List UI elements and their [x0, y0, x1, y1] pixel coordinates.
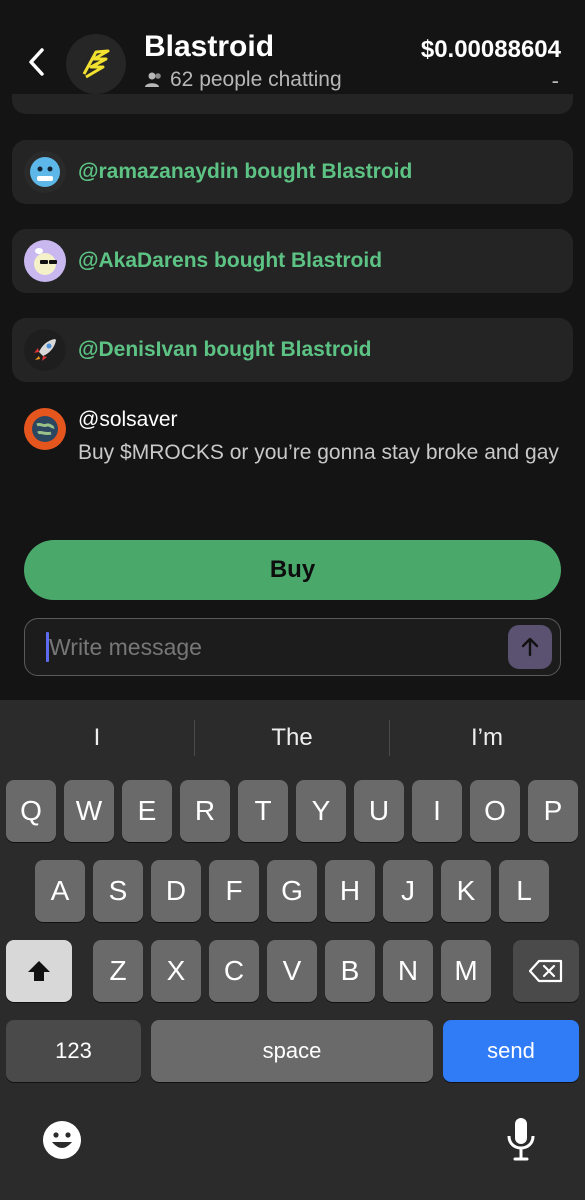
key-u[interactable]: U [354, 780, 404, 842]
people-icon [145, 72, 161, 87]
key-q[interactable]: Q [6, 780, 56, 842]
chat-header: Blastroid 62 people chatting $0.00088604… [0, 0, 585, 105]
globe-avatar-icon[interactable] [24, 408, 66, 450]
chevron-left-icon [29, 48, 44, 76]
key-y[interactable]: Y [296, 780, 346, 842]
buy-event-card: @AkaDarens bought Blastroid [12, 229, 573, 293]
buy-event-card: @DenisIvan bought Blastroid [12, 318, 573, 382]
shift-key[interactable] [6, 940, 72, 1002]
key-h[interactable]: H [325, 860, 375, 922]
key-m[interactable]: M [441, 940, 491, 1002]
key-k[interactable]: K [441, 860, 491, 922]
keyboard: I The I’m Q W E R T Y U I O P A S D F G … [0, 700, 585, 1200]
back-button[interactable] [22, 44, 52, 80]
token-avatar[interactable] [66, 34, 126, 94]
key-j[interactable]: J [383, 860, 433, 922]
key-t[interactable]: T [238, 780, 288, 842]
blastroid-logo-icon [82, 49, 110, 79]
key-x[interactable]: X [151, 940, 201, 1002]
key-a[interactable]: A [35, 860, 85, 922]
message-text: Buy $MROCKS or you’re gonna stay broke a… [78, 441, 559, 464]
key-z[interactable]: Z [93, 940, 143, 1002]
ice-face-icon [24, 151, 66, 193]
message-input[interactable]: Write message [24, 618, 561, 676]
buy-event-text: @ramazanaydin bought Blastroid [78, 160, 413, 183]
buy-button[interactable]: Buy [24, 540, 561, 600]
participants-label: 62 people chatting [170, 68, 342, 91]
key-c[interactable]: C [209, 940, 259, 1002]
suggestion-2[interactable]: The [195, 724, 389, 752]
send-message-button[interactable] [508, 625, 552, 669]
arrow-up-icon [521, 637, 539, 657]
suggestion-1[interactable]: I [0, 724, 194, 752]
key-o[interactable]: O [470, 780, 520, 842]
key-d[interactable]: D [151, 860, 201, 922]
key-r[interactable]: R [180, 780, 230, 842]
backspace-key[interactable] [513, 940, 579, 1002]
numbers-key[interactable]: 123 [6, 1020, 141, 1082]
key-i[interactable]: I [412, 780, 462, 842]
backspace-icon [528, 959, 563, 983]
rocket-icon [24, 329, 66, 371]
emoji-icon[interactable] [42, 1120, 82, 1165]
participants-count: 62 people chatting [144, 68, 342, 92]
token-price: $0.00088604 [420, 36, 561, 63]
microphone-icon[interactable] [506, 1116, 536, 1167]
message-placeholder: Write message [49, 634, 202, 660]
key-s[interactable]: S [93, 860, 143, 922]
buy-event-card: @ramazanaydin bought Blastroid [12, 140, 573, 204]
previous-message-card [12, 94, 573, 114]
key-n[interactable]: N [383, 940, 433, 1002]
sunglasses-avatar-icon [24, 240, 66, 282]
key-b[interactable]: B [325, 940, 375, 1002]
suggestion-3[interactable]: I’m [390, 724, 584, 752]
price-change: - [551, 68, 559, 93]
key-w[interactable]: W [64, 780, 114, 842]
key-v[interactable]: V [267, 940, 317, 1002]
space-key[interactable]: space [151, 1020, 433, 1082]
chat-title: Blastroid [144, 30, 275, 63]
buy-event-text: @DenisIvan bought Blastroid [78, 338, 372, 361]
key-p[interactable]: P [528, 780, 578, 842]
key-g[interactable]: G [267, 860, 317, 922]
key-l[interactable]: L [499, 860, 549, 922]
buy-event-text: @AkaDarens bought Blastroid [78, 249, 383, 272]
key-f[interactable]: F [209, 860, 259, 922]
shift-icon [28, 961, 50, 981]
message-username[interactable]: @solsaver [78, 408, 178, 432]
key-e[interactable]: E [122, 780, 172, 842]
send-key[interactable]: send [443, 1020, 579, 1082]
